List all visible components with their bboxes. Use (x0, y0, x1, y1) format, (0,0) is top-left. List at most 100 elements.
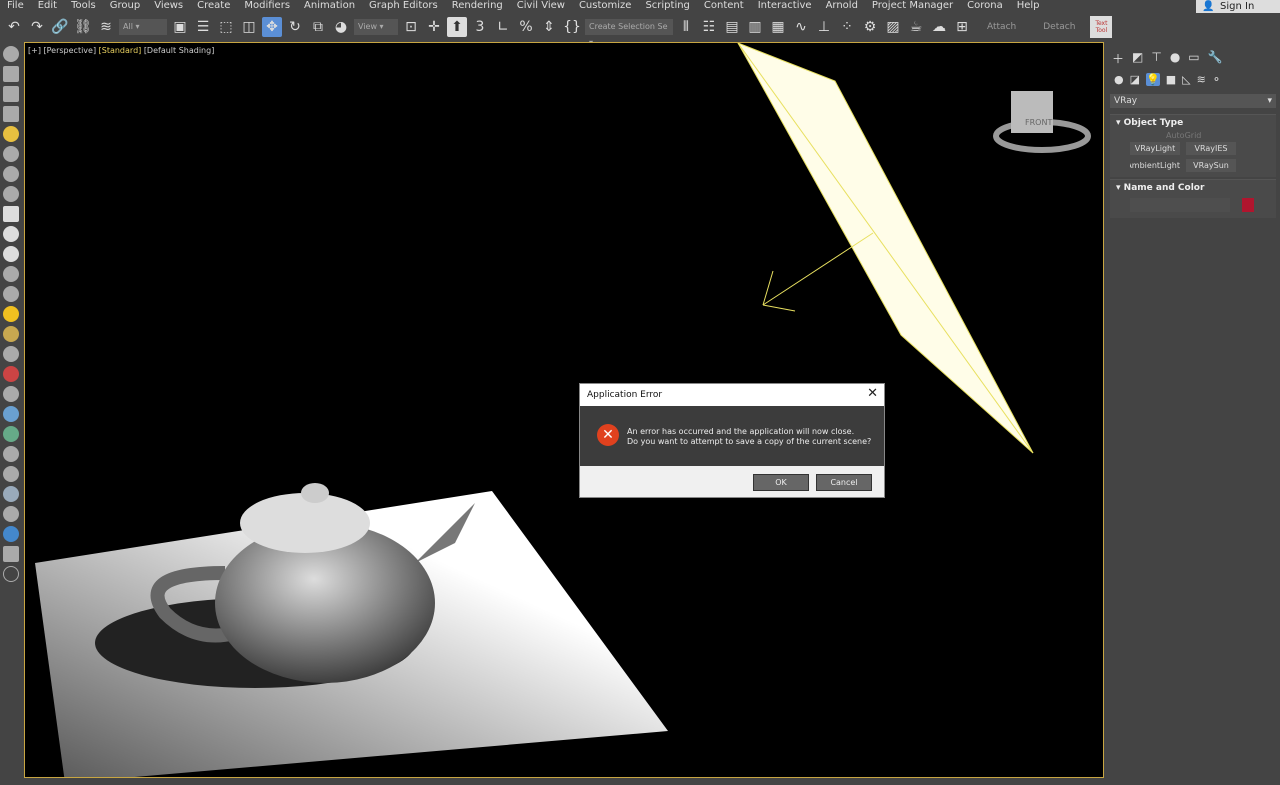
selection-filter-dropdown[interactable]: All ▾ (119, 19, 167, 35)
lister-icon[interactable] (3, 526, 19, 542)
vrayies-button[interactable]: VRayIES (1186, 142, 1236, 155)
menu-rendering[interactable]: Rendering (445, 0, 510, 12)
named-selection-dropdown[interactable]: Create Selection Se ▾ (585, 19, 673, 47)
panel-icon[interactable] (3, 86, 19, 102)
shapes-icon[interactable]: ◪ (1130, 73, 1140, 86)
camera-icon[interactable] (3, 186, 19, 202)
window-crossing-icon[interactable]: ◫ (239, 17, 259, 37)
render-production-icon[interactable]: ☕ (906, 17, 926, 37)
mirror-icon[interactable]: ⫴ (676, 17, 696, 37)
box-icon[interactable] (3, 206, 19, 222)
viewcube[interactable]: FRONT (993, 91, 1091, 153)
create-tab-icon[interactable]: ＋ (1112, 50, 1124, 67)
rotate-icon[interactable]: ↻ (285, 17, 305, 37)
plant-icon[interactable] (3, 426, 19, 442)
hemisphere-icon[interactable] (3, 226, 19, 242)
menu-help[interactable]: Help (1010, 0, 1047, 12)
scene-explorer-icon[interactable]: ▤ (722, 17, 742, 37)
text-tool-icon[interactable]: Text Tool (1090, 16, 1113, 38)
menu-views[interactable]: Views (147, 0, 190, 12)
render-setup-icon[interactable]: ⚙ (860, 17, 880, 37)
align-icon[interactable]: ☷ (699, 17, 719, 37)
geometry-icon[interactable]: ● (1114, 73, 1124, 86)
scale-icon[interactable]: ⧉ (308, 17, 328, 37)
menu-edit[interactable]: Edit (31, 0, 64, 12)
material-ball-icon[interactable] (3, 326, 19, 342)
object-name-input[interactable] (1130, 198, 1230, 212)
ok-button[interactable]: OK (753, 474, 809, 491)
displacement-icon[interactable] (3, 466, 19, 482)
viewport-menu[interactable]: [+] (28, 46, 41, 55)
rendered-frame-window-icon[interactable]: ▨ (883, 17, 903, 37)
snaps-toggle-icon[interactable]: 3 (470, 17, 490, 37)
angle-snap-icon[interactable]: ∟ (493, 17, 513, 37)
menu-interactive[interactable]: Interactive (751, 0, 819, 12)
globe-icon[interactable] (3, 406, 19, 422)
motion-tab-icon[interactable]: ● (1170, 50, 1180, 67)
menu-civil-view[interactable]: Civil View (510, 0, 572, 12)
layer-explorer-icon[interactable]: ▥ (745, 17, 765, 37)
menu-customize[interactable]: Customize (572, 0, 639, 12)
menu-content[interactable]: Content (697, 0, 751, 12)
autogrid-checkbox[interactable]: AutoGrid (1110, 131, 1276, 140)
teapot-shape-icon[interactable] (3, 266, 19, 282)
cancel-button[interactable]: Cancel (816, 474, 872, 491)
percent-snap-icon[interactable]: % (516, 17, 536, 37)
bind-space-warp-icon[interactable]: ≋ (96, 17, 116, 37)
modify-tab-icon[interactable]: ◩ (1132, 50, 1143, 67)
select-by-name-icon[interactable]: ☰ (193, 17, 213, 37)
redo-icon[interactable]: ↷ (27, 17, 47, 37)
menu-modifiers[interactable]: Modifiers (237, 0, 297, 12)
viewport-mode[interactable]: [Standard] (99, 46, 142, 55)
sign-in-button[interactable]: 👤 Sign In (1196, 0, 1280, 14)
viewport-icon[interactable] (3, 66, 19, 82)
cone-icon[interactable] (3, 286, 19, 302)
menu-animation[interactable]: Animation (297, 0, 362, 12)
vrayambientlight-button[interactable]: VRayAmbientLight (1130, 159, 1180, 172)
systems-icon[interactable]: ⚬ (1212, 73, 1221, 86)
hierarchy-tab-icon[interactable]: ⊤ (1151, 50, 1161, 67)
sphere-gray-icon[interactable] (3, 486, 19, 502)
vraylight-button[interactable]: VRayLight (1130, 142, 1180, 155)
pill-icon[interactable] (3, 366, 19, 382)
perspective-viewport[interactable]: [+] [Perspective] [Standard] [Default Sh… (24, 42, 1104, 778)
select-object-icon[interactable]: ▣ (170, 17, 190, 37)
pivot-center-icon[interactable]: ⊡ (401, 17, 421, 37)
menu-file[interactable]: File (0, 0, 31, 12)
texture-icon[interactable] (3, 346, 19, 362)
schematic-view-icon[interactable]: ⁘ (837, 17, 857, 37)
display-tab-icon[interactable]: ▭ (1188, 50, 1199, 67)
reference-coordinate-dropdown[interactable]: View ▾ (354, 19, 398, 35)
object-color-swatch[interactable] (1242, 198, 1254, 212)
dope-sheet-icon[interactable]: ⊥ (814, 17, 834, 37)
lights-icon[interactable]: 💡 (1146, 73, 1160, 86)
export-icon[interactable] (3, 546, 19, 562)
utilities-tab-icon[interactable]: 🔧 (1208, 50, 1223, 67)
move-icon[interactable]: ✥ (262, 17, 282, 37)
unlink-icon[interactable]: ⛓ (73, 17, 93, 37)
scale-icon[interactable] (3, 506, 19, 522)
space-warps-icon[interactable]: ≋ (1197, 73, 1206, 86)
render-grid-icon[interactable]: ⊞ (952, 17, 972, 37)
list-icon[interactable] (3, 106, 19, 122)
select-manipulate-icon[interactable]: ✛ (424, 17, 444, 37)
close-icon[interactable]: ✕ (867, 386, 878, 401)
detach-button[interactable]: Detach (1031, 22, 1087, 32)
menu-arnold[interactable]: Arnold (819, 0, 865, 12)
light-category-dropdown[interactable]: VRay ▾ (1110, 94, 1276, 108)
name-and-color-header[interactable]: ▾ Name and Color (1110, 180, 1276, 196)
menu-create[interactable]: Create (190, 0, 237, 12)
menu-tools[interactable]: Tools (64, 0, 103, 12)
sphere-icon[interactable] (3, 246, 19, 262)
menu-project-manager[interactable]: Project Manager (865, 0, 960, 12)
menu-group[interactable]: Group (103, 0, 147, 12)
spinner-snap-icon[interactable]: ⇕ (539, 17, 559, 37)
binoculars-icon[interactable] (3, 146, 19, 162)
help-icon[interactable] (3, 566, 19, 582)
edit-named-selection-icon[interactable]: {} (562, 17, 582, 37)
link-icon[interactable]: 🔗 (50, 17, 70, 37)
magnet-icon[interactable] (3, 166, 19, 182)
viewport-shading[interactable]: [Default Shading] (144, 46, 215, 55)
rect-selection-icon[interactable]: ⬚ (216, 17, 236, 37)
hair-icon[interactable] (3, 446, 19, 462)
